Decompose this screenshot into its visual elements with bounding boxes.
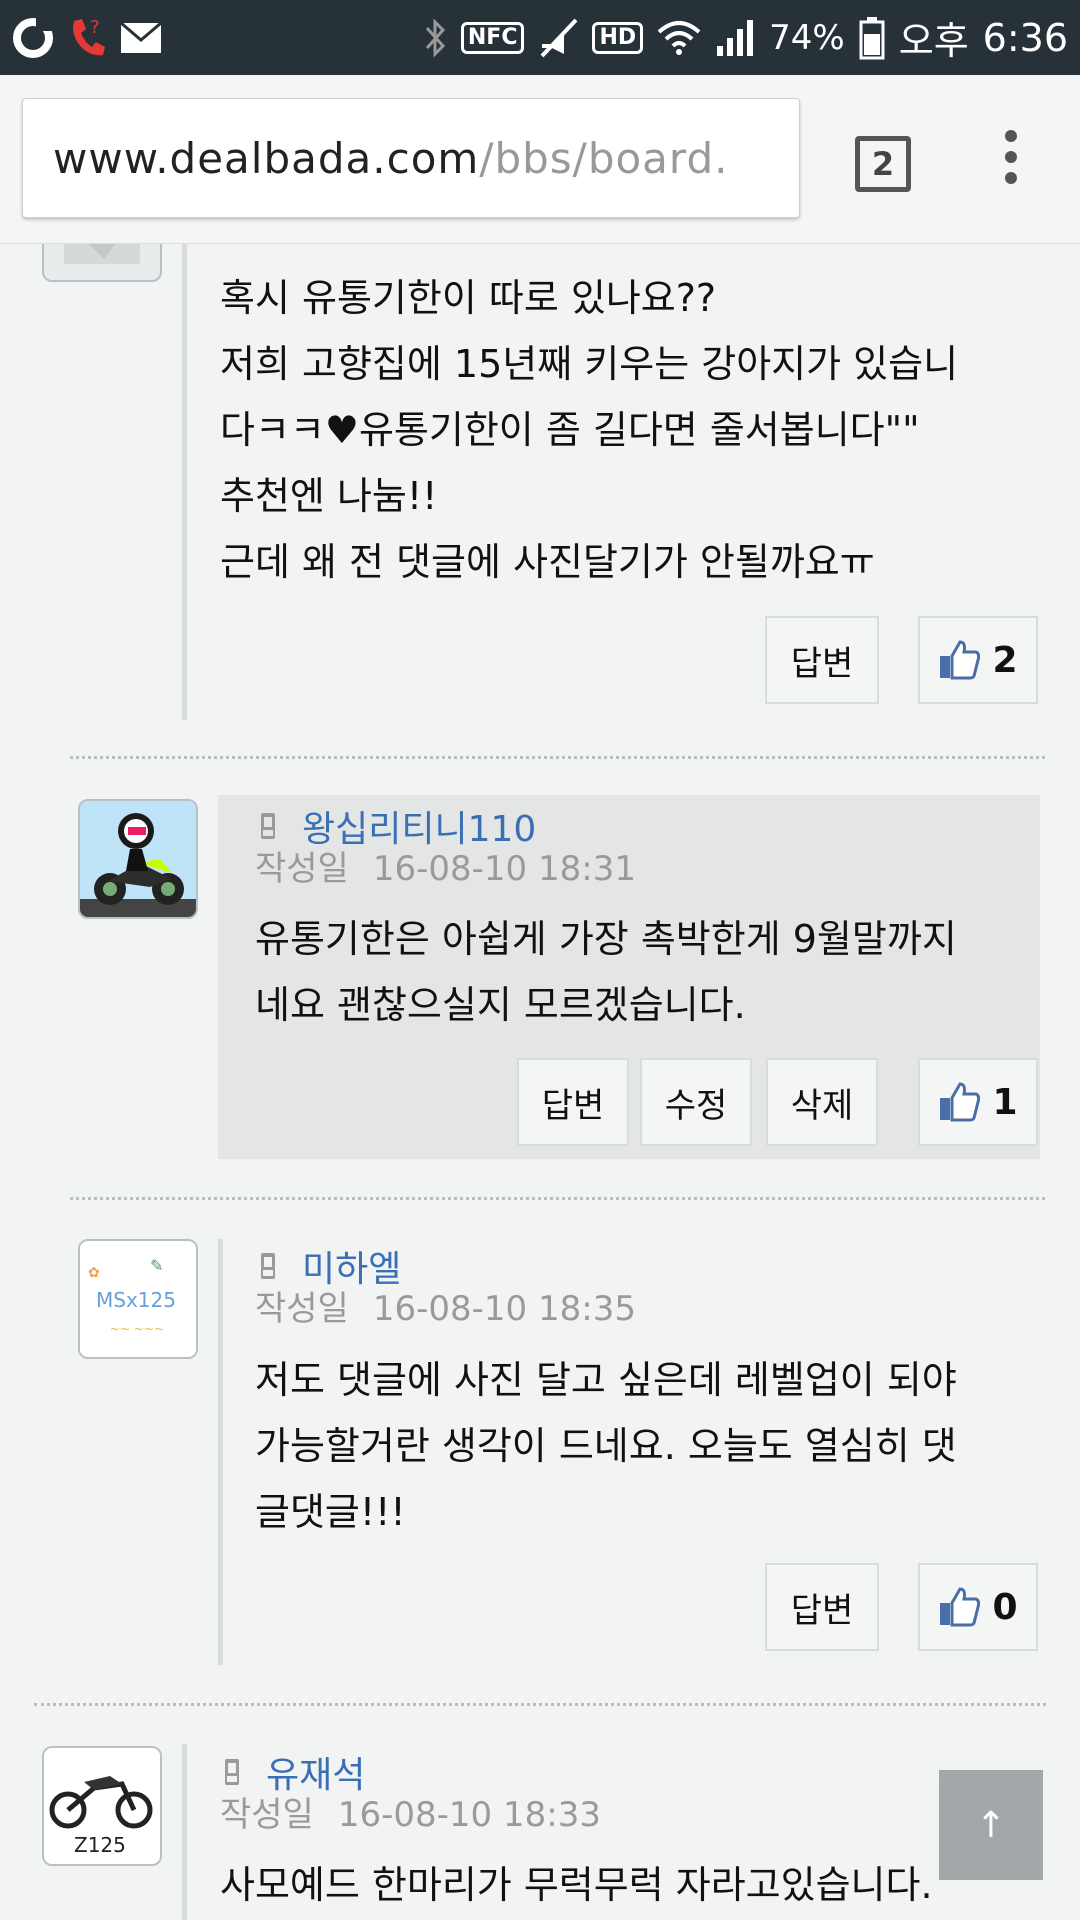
comment-line: 네요 괜찮으실지 모르겠습니다. (255, 983, 746, 1027)
comment-line: 가능할거란 생각이 드네요. 오늘도 열심히 댓 (255, 1424, 957, 1468)
thumbs-up-icon (940, 1082, 981, 1122)
date-value: 16-08-10 18:35 (372, 1289, 636, 1329)
svg-text:~~ ~~~: ~~ ~~~ (110, 1322, 164, 1336)
battery-percent: 74% (769, 17, 845, 58)
comment-line: 글댓글!!! (255, 1490, 406, 1534)
tab-switcher-button[interactable]: 2 (855, 136, 911, 192)
like-count: 1 (992, 1081, 1018, 1123)
comment-line: 근데 왜 전 댓글에 사진달기가 안될까요ㅠ (220, 540, 875, 584)
comments-list: 혹시 유통기한이 따로 있나요?? 저희 고향집에 15년째 키우는 강아지가 … (0, 244, 1080, 1920)
reply-button[interactable]: 답변 (765, 616, 879, 704)
comment-date: 작성일 16-08-10 18:33 (220, 1787, 601, 1836)
thread-line (218, 1239, 223, 1665)
url-host: www.dealbada.com (53, 133, 480, 183)
url-text: www.dealbada.com/bbs/board. (53, 134, 728, 183)
thread-line (182, 244, 187, 720)
battery-icon (859, 16, 885, 60)
avatar[interactable]: ✿ ✎ MSx125 ~~ ~~~ (78, 1239, 198, 1359)
comment-line: 유통기한은 아쉽게 가장 촉박한게 9월말까지 (255, 917, 957, 961)
missed-call-icon: ? (68, 15, 108, 61)
thread-line (182, 1744, 187, 1920)
avatar[interactable]: Z125 (42, 1746, 162, 1866)
signal-icon (715, 18, 755, 58)
carrier-o-icon (10, 15, 56, 61)
scroll-top-button[interactable]: ↑ (939, 1770, 1043, 1880)
comment-divider (70, 756, 1045, 759)
comment-date: 작성일 16-08-10 18:31 (255, 841, 636, 890)
reply-button[interactable]: 답변 (517, 1058, 629, 1146)
comment-body: 혹시 유통기한이 따로 있나요?? 저희 고향집에 15년째 키우는 강아지가 … (220, 265, 1040, 595)
comment-divider (34, 1703, 1046, 1706)
wifi-icon (657, 20, 701, 56)
avatar[interactable] (78, 799, 198, 919)
comment-divider (70, 1197, 1045, 1200)
date-value: 16-08-10 18:33 (337, 1795, 601, 1835)
svg-text:✎: ✎ (150, 1256, 163, 1275)
comment-date: 작성일 16-08-10 18:35 (255, 1281, 636, 1330)
status-ampm: 오후 (898, 19, 969, 63)
comment-line: 추천엔 나눔!! (220, 474, 438, 518)
svg-text:?: ? (90, 17, 100, 38)
reply-button[interactable]: 답변 (765, 1563, 879, 1651)
avatar[interactable] (42, 244, 162, 282)
date-label: 작성일 (220, 1795, 314, 1835)
comment-body: 유통기한은 아쉽게 가장 촉박한게 9월말까지 네요 괜찮으실지 모르겠습니다. (255, 906, 1035, 1038)
mobile-icon (261, 1253, 275, 1279)
url-path: /bbs/board. (479, 133, 729, 183)
comment-line: 사모예드 한마리가 무럭무럭 자라고있습니다. (220, 1863, 933, 1907)
url-field[interactable]: www.dealbada.com/bbs/board. (22, 98, 800, 218)
mobile-icon (225, 1759, 239, 1785)
avatar-text: Z125 (74, 1833, 126, 1857)
comment-line: 혹시 유통기한이 따로 있나요?? (220, 276, 717, 320)
like-button[interactable]: 1 (918, 1058, 1038, 1146)
mail-icon (120, 21, 162, 54)
svg-text:✿: ✿ (88, 1265, 100, 1281)
overflow-menu-icon[interactable] (1000, 130, 1022, 190)
comment-body: 사모예드 한마리가 무럭무럭 자라고있습니다. (220, 1852, 1040, 1918)
comment-line: 저도 댓글에 사진 달고 싶은데 레벨업이 되야 (255, 1358, 957, 1402)
like-button[interactable]: 2 (918, 616, 1038, 704)
date-label: 작성일 (255, 1289, 349, 1329)
comment-body: 저도 댓글에 사진 달고 싶은데 레벨업이 되야 가능할거란 생각이 드네요. … (255, 1347, 1045, 1545)
mobile-icon (261, 813, 275, 839)
avatar-text: MSx125 (96, 1288, 176, 1312)
like-count: 0 (992, 1586, 1018, 1628)
edit-button[interactable]: 수정 (640, 1058, 752, 1146)
status-time: 6:36 (982, 15, 1068, 60)
mute-icon (538, 18, 578, 58)
date-value: 16-08-10 18:31 (372, 849, 636, 889)
like-count: 2 (992, 639, 1018, 681)
hd-icon: HD (592, 21, 644, 54)
comment-line: 저희 고향집에 15년째 키우는 강아지가 있습니 (220, 342, 959, 386)
bluetooth-icon (423, 17, 447, 58)
delete-button[interactable]: 삭제 (766, 1058, 878, 1146)
date-label: 작성일 (255, 849, 349, 889)
status-bar: ? NFC HD 74% 오후 6:36 (0, 0, 1080, 75)
comment-line: 다ㅋㅋ♥유통기한이 좀 길다면 줄서봅니다"" (220, 408, 920, 452)
thumbs-up-icon (940, 640, 981, 680)
browser-toolbar: www.dealbada.com/bbs/board. 2 (0, 75, 1080, 244)
like-button[interactable]: 0 (918, 1563, 1038, 1651)
thumbs-up-icon (940, 1587, 981, 1627)
nfc-icon: NFC (460, 21, 525, 54)
